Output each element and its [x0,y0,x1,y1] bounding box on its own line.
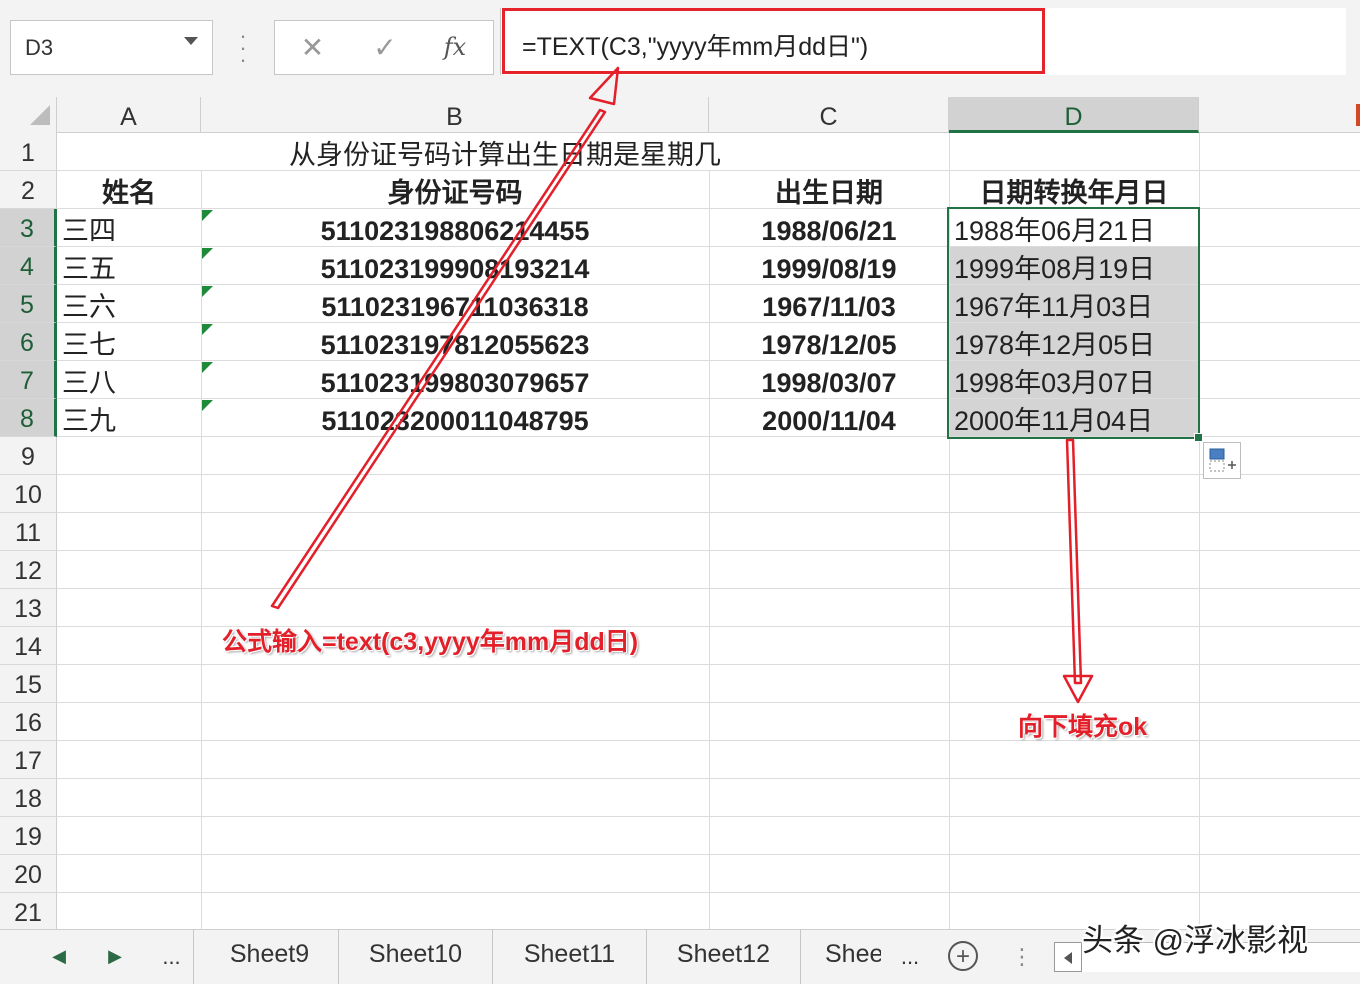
tab-sheet-truncated[interactable]: Shee [801,929,881,984]
tab-sheet10[interactable]: Sheet10 [339,929,493,984]
scroll-left-icon [1064,952,1072,964]
tabs-overflow-button[interactable]: ... [893,929,927,984]
formula-arrowhead-icon [588,66,620,106]
add-sheet-icon[interactable]: + [948,941,978,971]
formula-annotation: 公式输入=text(c3,yyyy年mm月dd日) [222,628,639,656]
fill-annotation: 向下填充ok [1018,713,1148,741]
watermark: 头条 @浮冰影视 [1082,923,1309,958]
tab-sheet11[interactable]: Sheet11 [493,929,647,984]
tab-splitter-icon[interactable]: ⋮ [1010,929,1034,984]
fill-arrowhead-icon [1062,674,1094,704]
fill-arrow-icon [1065,438,1083,685]
more-sheets-button[interactable]: ... [150,929,194,984]
next-sheet-icon[interactable]: ▶ [100,929,130,984]
formula-arrow-icon [270,108,607,610]
tab-sheet12[interactable]: Sheet12 [647,929,801,984]
hscroll-left-button[interactable] [1054,942,1082,972]
tab-sheet9[interactable]: Sheet9 [201,929,339,984]
prev-sheet-icon[interactable]: ◀ [44,929,74,984]
annotation-arrows [270,66,1094,704]
